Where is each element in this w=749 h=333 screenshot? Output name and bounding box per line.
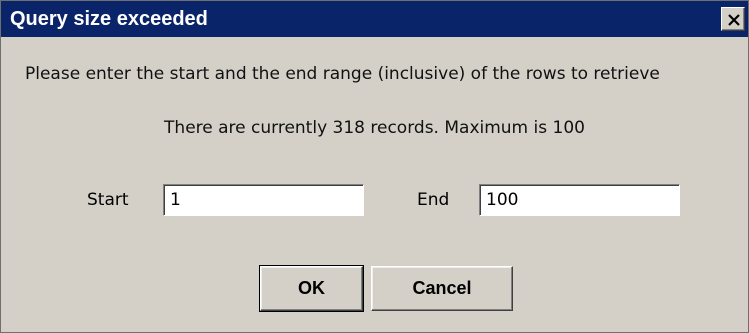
dialog-title: Query size exceeded (10, 8, 208, 30)
start-label: Start (87, 190, 129, 210)
title-bar[interactable]: Query size exceeded (1, 1, 748, 37)
close-icon (728, 14, 740, 26)
end-input[interactable] (479, 184, 680, 216)
ok-button[interactable]: OK (259, 265, 364, 312)
query-size-dialog: Query size exceeded Please enter the sta… (0, 0, 749, 333)
record-count-text: There are currently 318 records. Maximum… (164, 118, 585, 138)
close-button[interactable] (721, 7, 745, 31)
end-label: End (417, 190, 450, 210)
cancel-button[interactable]: Cancel (371, 266, 513, 311)
instruction-text: Please enter the start and the end range… (25, 64, 660, 84)
start-input[interactable] (163, 184, 364, 216)
